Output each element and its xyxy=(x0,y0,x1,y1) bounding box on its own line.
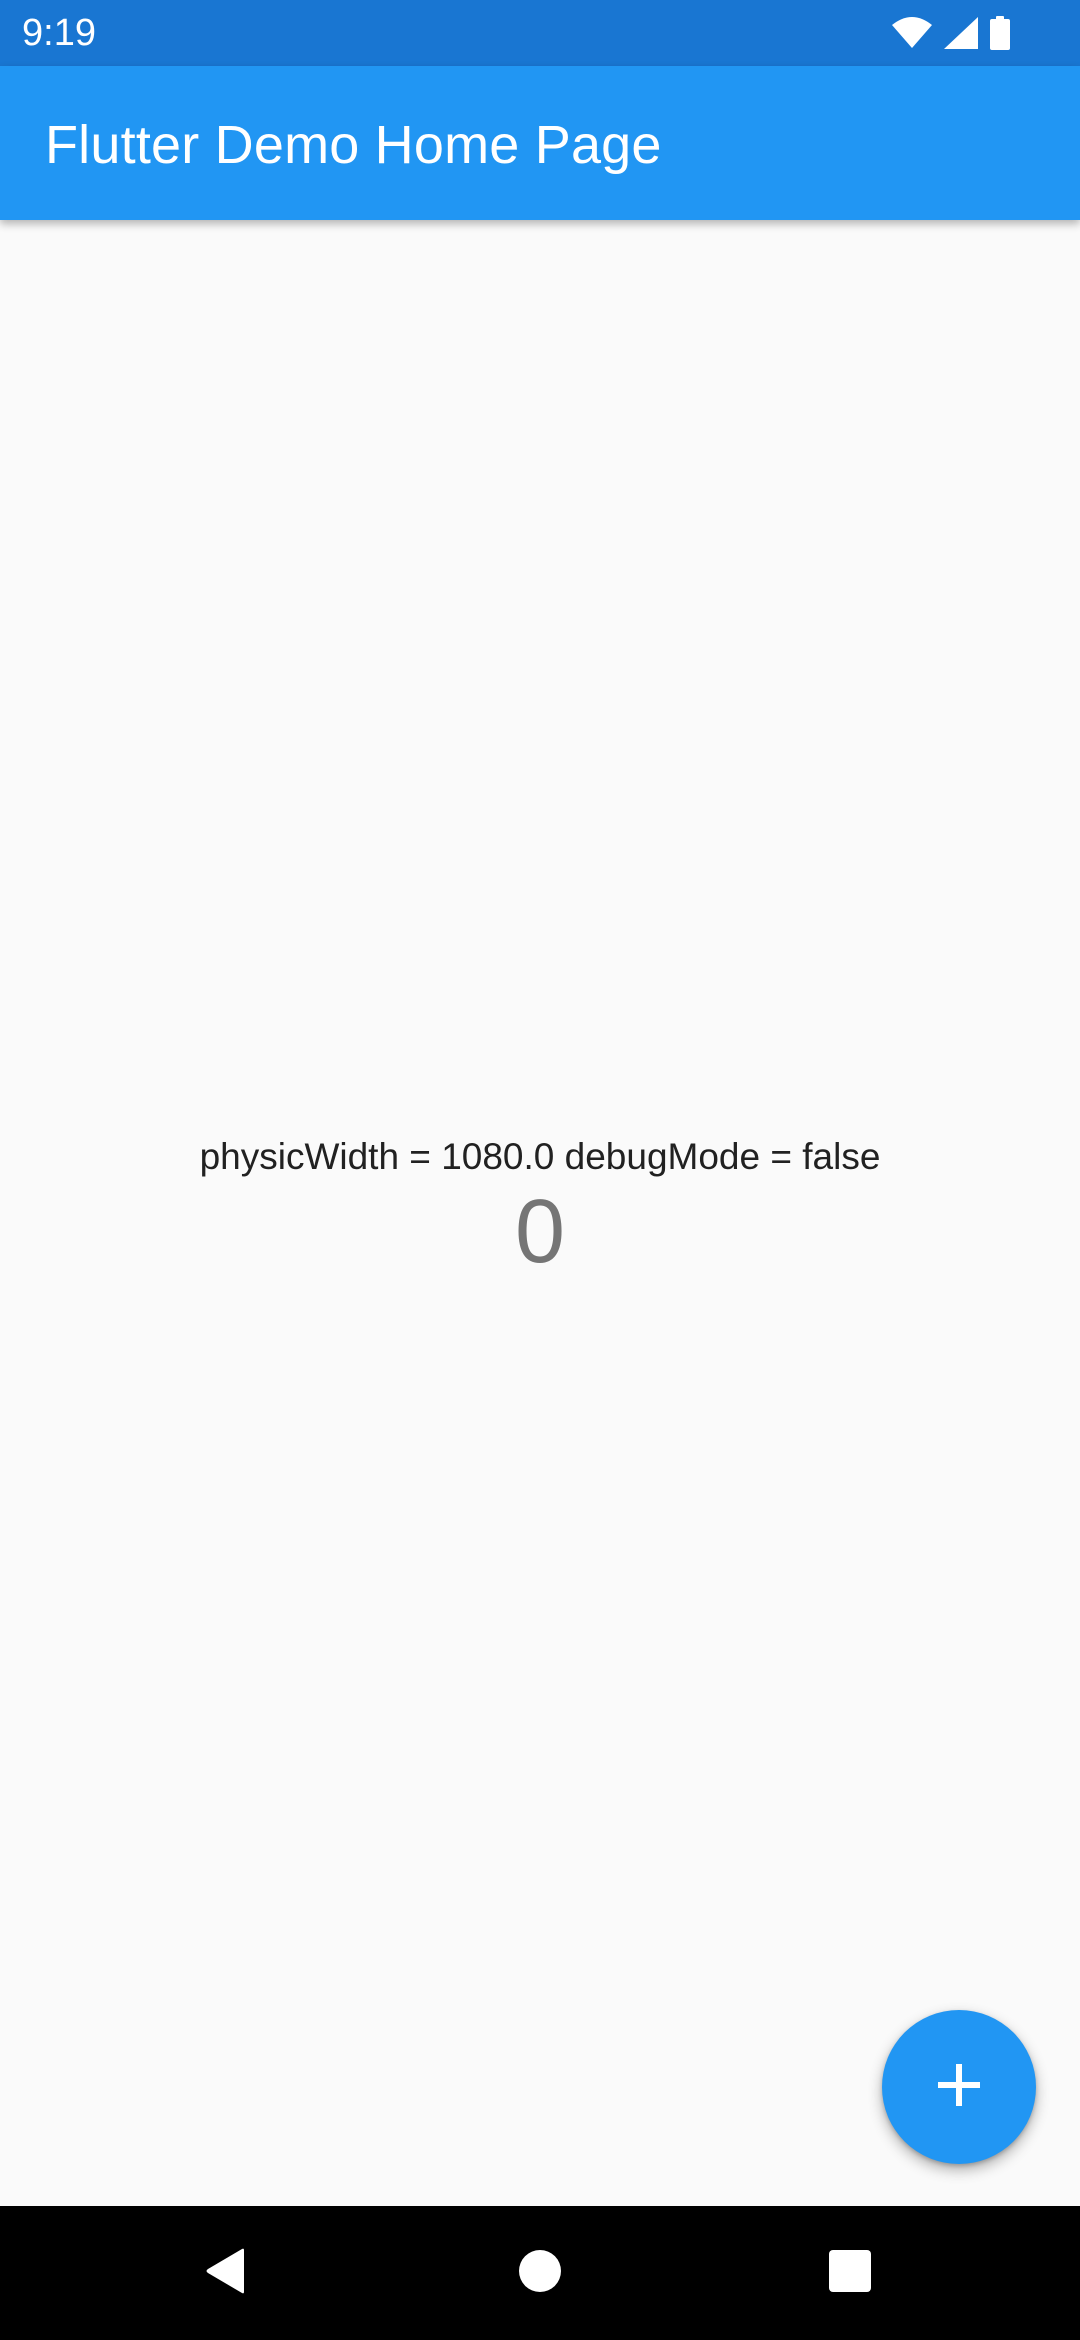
home-button[interactable] xyxy=(460,2206,620,2340)
app-bar: Flutter Demo Home Page xyxy=(0,66,1080,220)
back-icon xyxy=(204,2248,248,2299)
status-time: 9:19 xyxy=(22,12,96,54)
navigation-bar xyxy=(0,2206,1080,2340)
status-icons xyxy=(892,14,1010,52)
status-bar: 9:19 xyxy=(0,0,1080,66)
screen: 9:19 Flutter Demo Home Page physicWidth … xyxy=(0,0,1080,2340)
main-content: physicWidth = 1080.0 debugMode = false 0 xyxy=(0,220,1080,2206)
app-title: Flutter Demo Home Page xyxy=(45,115,662,175)
counter-value: 0 xyxy=(514,1182,566,1282)
increment-button[interactable] xyxy=(882,2010,1036,2164)
wifi-icon xyxy=(892,17,932,49)
info-text: physicWidth = 1080.0 debugMode = false xyxy=(199,1136,881,1177)
home-icon xyxy=(518,2249,562,2298)
back-button[interactable] xyxy=(146,2206,306,2340)
cell-signal-icon xyxy=(944,17,978,49)
recents-icon xyxy=(829,2249,871,2297)
battery-icon xyxy=(990,16,1010,50)
add-icon xyxy=(936,2062,982,2113)
recents-button[interactable] xyxy=(770,2206,930,2340)
